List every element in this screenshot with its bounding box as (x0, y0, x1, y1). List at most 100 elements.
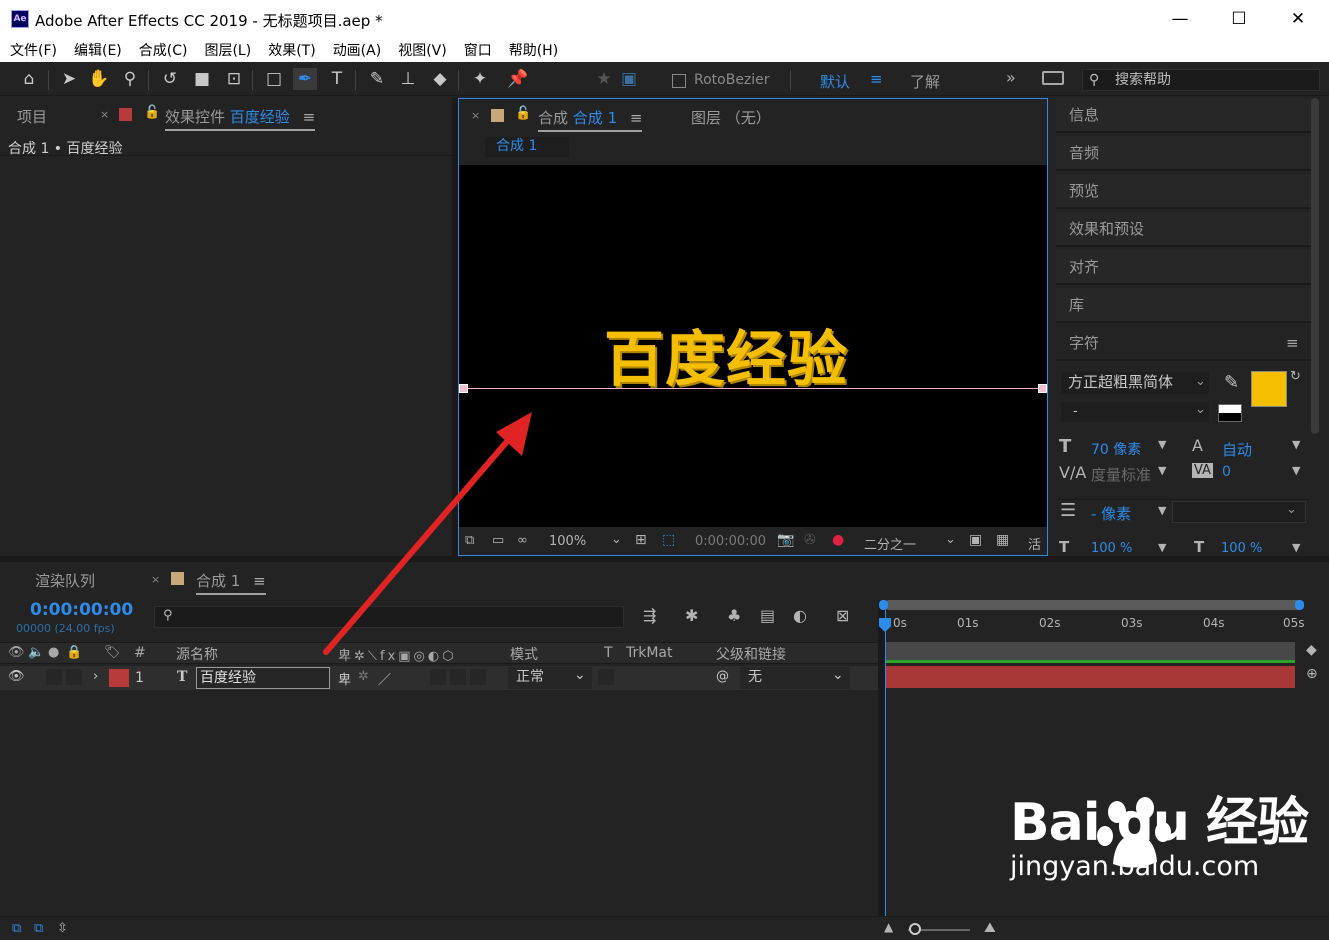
motion-blur-icon[interactable]: ◐ (793, 606, 807, 625)
solo-switch-icon[interactable]: ● (48, 645, 59, 660)
comp-subtab[interactable]: 合成 1 (485, 137, 569, 157)
show-snapshot-icon[interactable]: ✇ (804, 532, 816, 548)
chevron-down-icon[interactable]: ▼ (1158, 464, 1166, 477)
snapping-icon[interactable]: ▣ (617, 68, 641, 90)
tab-timeline-comp[interactable]: 合成 1 ≡ (196, 570, 266, 595)
timeline-timecode[interactable]: 0:00:00:00 (30, 600, 133, 620)
chevron-down-icon[interactable]: ⌄ (945, 532, 956, 547)
close-tab-icon[interactable]: × (100, 108, 109, 121)
close-tab-icon[interactable]: × (151, 573, 160, 586)
lock-toggle[interactable] (66, 669, 82, 685)
rotobezier-checkbox[interactable] (672, 74, 686, 88)
workspace-default-tab[interactable]: 默认 (820, 71, 850, 92)
menu-help[interactable]: 帮助(H) (509, 40, 567, 60)
motion-blur-switch[interactable] (450, 669, 466, 685)
solo-toggle[interactable] (46, 669, 62, 685)
pen-tool-icon[interactable]: ✒ (293, 68, 317, 90)
pan-behind-tool-icon[interactable]: ⊡ (222, 68, 246, 90)
line-spacing-value[interactable]: - 像素 (1091, 503, 1131, 524)
modes-toggle-icon[interactable]: ⧉ (34, 921, 43, 936)
layer-label-color[interactable] (109, 669, 129, 687)
region-of-interest-icon[interactable]: ⬚ (662, 532, 675, 548)
workspace-learn-tab[interactable]: 了解 (910, 71, 940, 92)
fill-color-swatch[interactable] (1251, 371, 1287, 407)
tab-render-queue[interactable]: 渲染队列 (35, 570, 95, 591)
layer-switches-toggle-icon[interactable]: ⧉ (12, 921, 21, 936)
brush-tool-icon[interactable]: ✎ (365, 68, 389, 90)
sync-settings-icon[interactable] (1042, 71, 1064, 85)
eye-icon[interactable]: 👁 (8, 669, 25, 684)
comp-mini-flowchart-icon[interactable]: ⇶ (643, 606, 656, 625)
transparency-grid-icon[interactable]: ▦ (996, 532, 1009, 548)
menu-edit[interactable]: 编辑(E) (74, 40, 131, 60)
fast-previews-icon[interactable]: ▣ (969, 532, 982, 548)
font-style-dropdown[interactable]: - (1061, 402, 1209, 422)
horizontal-scale-value[interactable]: 100 % (1221, 541, 1262, 556)
lock-switch-icon[interactable]: 🔒 (66, 645, 82, 660)
chevron-down-icon[interactable]: ⌄ (1195, 374, 1206, 389)
work-area-end-handle[interactable] (1295, 600, 1304, 610)
clone-stamp-tool-icon[interactable]: ⊥ (396, 68, 420, 90)
baseline-handle-right[interactable] (1038, 384, 1047, 393)
close-tab-icon[interactable]: × (471, 109, 480, 122)
layer-name-field[interactable]: 百度经验 (196, 667, 330, 689)
tab-effect-controls[interactable]: 效果控件 百度经验 ≡ (165, 106, 316, 131)
menu-composition[interactable]: 合成(C) (139, 40, 197, 60)
panel-menu-icon[interactable]: ≡ (630, 109, 643, 127)
menu-layer[interactable]: 图层(L) (204, 40, 260, 60)
font-family-dropdown[interactable]: 方正超粗黑简体 (1061, 372, 1209, 394)
menu-file[interactable]: 文件(F) (10, 40, 66, 60)
chevron-down-icon[interactable]: ▼ (1158, 438, 1166, 451)
scrollbar[interactable] (1311, 98, 1319, 434)
time-ruler[interactable]: 0s 01s 02s 03s 04s 05s (885, 610, 1305, 640)
chevron-down-icon[interactable]: ⌄ (574, 667, 586, 683)
panel-menu-icon[interactable]: ≡ (1286, 326, 1299, 360)
hand-tool-icon[interactable]: ✋ (87, 68, 111, 90)
resolution-dropdown[interactable]: 二分之一 (864, 534, 916, 553)
panel-libraries[interactable]: 库 (1056, 288, 1312, 323)
comp-button-icon[interactable]: ◆ (1306, 642, 1317, 658)
color-channels-icon[interactable]: ● (832, 532, 844, 548)
panel-effects-presets[interactable]: 效果和预设 (1056, 212, 1312, 247)
kerning-value[interactable]: 度量标准 (1091, 464, 1151, 485)
eyedropper-icon[interactable]: ✎ (1224, 372, 1239, 393)
search-help-input[interactable]: ⚲ 搜索帮助 (1082, 69, 1320, 91)
chevron-down-icon[interactable]: ⌄ (611, 532, 622, 547)
panel-info[interactable]: 信息 (1056, 98, 1312, 133)
chevron-down-icon[interactable]: ▼ (1292, 438, 1300, 451)
zoom-out-icon[interactable]: ▲ (884, 920, 893, 934)
panel-menu-icon[interactable]: ≡ (253, 572, 266, 590)
chevron-down-icon[interactable]: ⌄ (1286, 502, 1297, 517)
selection-tool-icon[interactable]: ➤ (57, 68, 81, 90)
font-size-value[interactable]: 70 像素 (1091, 439, 1141, 459)
3d-layer-switch[interactable] (470, 669, 486, 685)
current-time-indicator[interactable] (885, 610, 886, 916)
lock-icon[interactable]: 🔓 (515, 106, 531, 121)
collapse-switch-icon[interactable]: ✲ (358, 669, 369, 684)
star-icon[interactable]: ★ (592, 68, 616, 90)
tracking-value[interactable]: 0 (1222, 464, 1231, 480)
panel-preview[interactable]: 预览 (1056, 174, 1312, 209)
lock-icon[interactable]: 🔓 (144, 105, 160, 120)
more-workspaces-icon[interactable]: » (1006, 68, 1016, 87)
table-row[interactable]: 👁 › 1 T 百度经验 卑 ✲ ／ 正常 ⌄ @ 无 ⌄ (0, 666, 878, 690)
panel-align[interactable]: 对齐 (1056, 250, 1312, 285)
camera-tool-icon[interactable]: ■ (190, 68, 214, 90)
layer-comp-button-icon[interactable]: ⊕ (1306, 666, 1318, 682)
effect-switch[interactable] (430, 669, 446, 685)
roto-brush-tool-icon[interactable]: ✦ (468, 68, 492, 90)
label-tag-icon[interactable]: 🏷 (104, 645, 121, 660)
zoom-slider-thumb[interactable] (909, 923, 921, 935)
chevron-down-icon[interactable]: ⌄ (832, 667, 844, 683)
swap-colors-icon[interactable]: ↻ (1290, 369, 1301, 384)
zoom-in-icon[interactable]: ⛰ (984, 920, 996, 936)
pick-whip-icon[interactable]: @ (716, 669, 729, 684)
audio-switch-icon[interactable]: 🔈 (28, 645, 44, 660)
eraser-tool-icon[interactable]: ◆ (428, 68, 452, 90)
chevron-down-icon[interactable]: ⌄ (1195, 402, 1206, 417)
tab-composition[interactable]: 合成 合成 1 ≡ (538, 107, 643, 132)
chevron-down-icon[interactable]: ▼ (1292, 464, 1300, 477)
vertical-scale-value[interactable]: 100 % (1091, 541, 1132, 556)
leading-value[interactable]: 自动 (1222, 439, 1252, 460)
quality-switch-icon[interactable]: ／ (378, 669, 391, 688)
